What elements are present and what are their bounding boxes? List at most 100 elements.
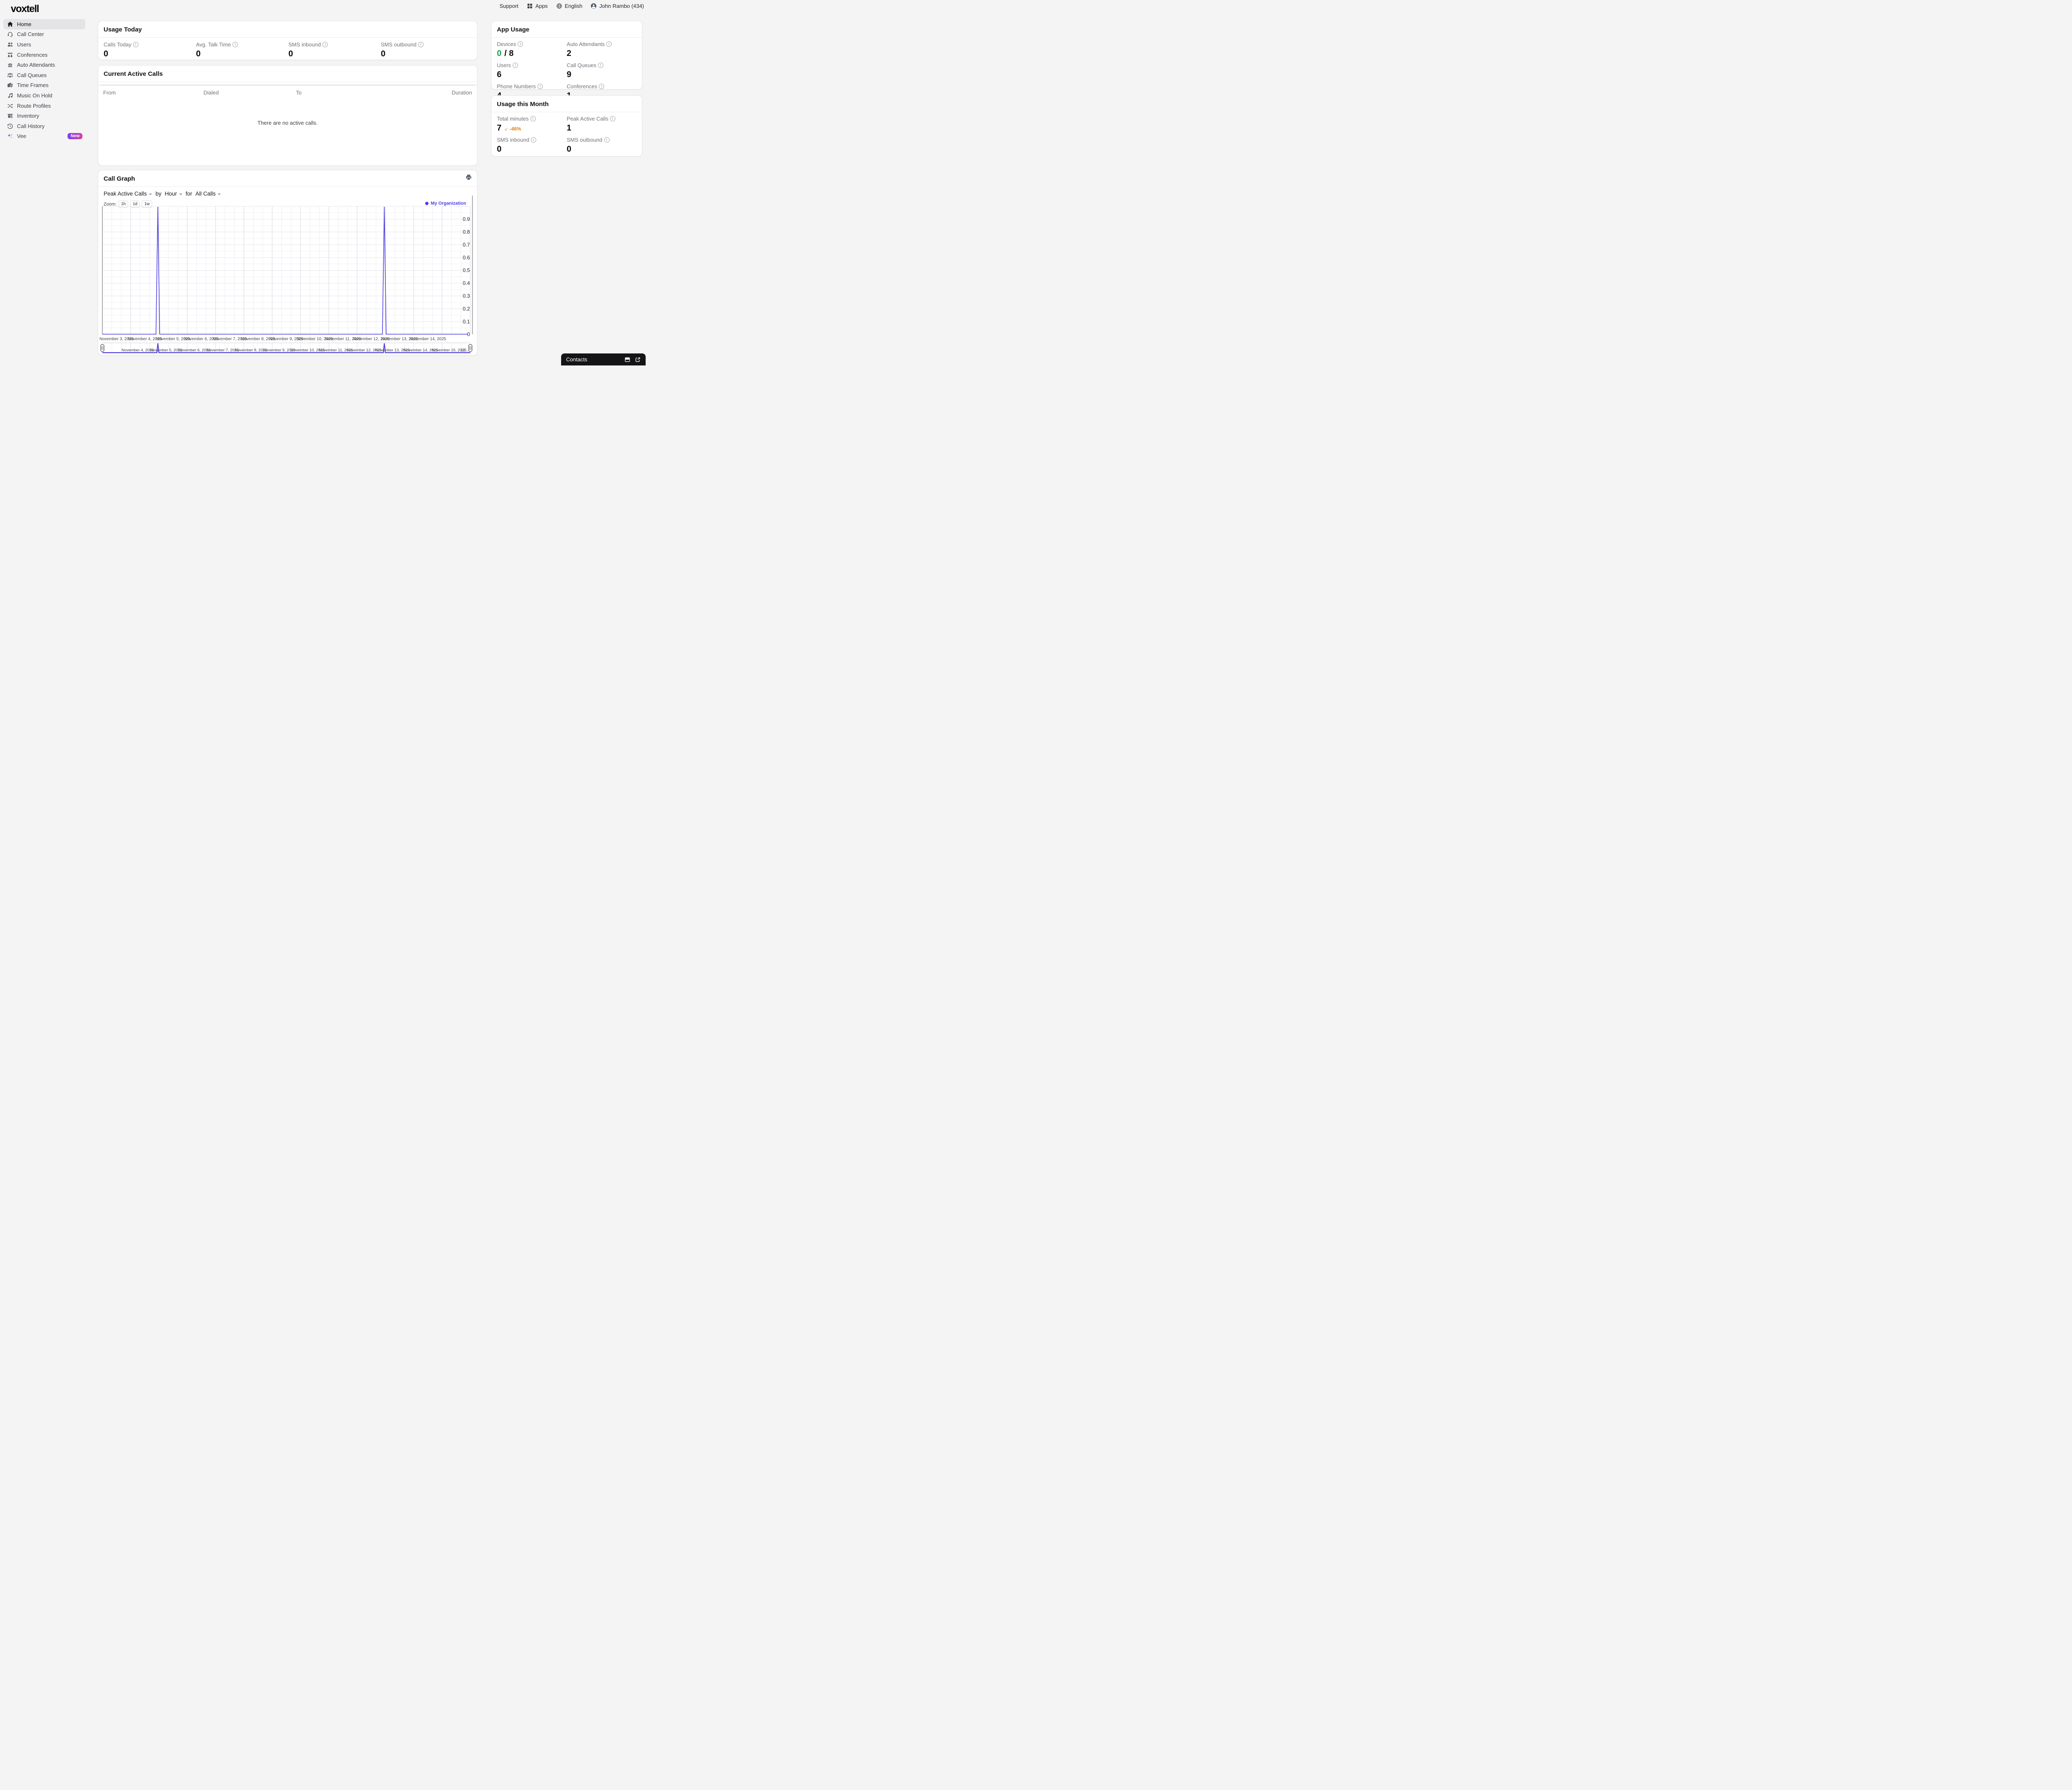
stat-sms-outbound: SMS outbound i 0 bbox=[381, 41, 473, 59]
sidebar-item-label: Call History bbox=[17, 123, 45, 129]
navigator-handle-right[interactable] bbox=[468, 344, 472, 352]
interval-select[interactable]: Hour bbox=[165, 191, 182, 197]
info-icon[interactable]: i bbox=[518, 41, 523, 47]
sidebar-item-inventory[interactable]: Inventory bbox=[3, 111, 85, 121]
svg-text:0.6: 0.6 bbox=[463, 255, 470, 261]
apps-grid-icon bbox=[527, 3, 533, 9]
sidebar-item-label: Route Profiles bbox=[17, 102, 51, 109]
stat-label: Total minutes i bbox=[497, 116, 567, 122]
info-icon[interactable]: i bbox=[232, 42, 238, 47]
stat-label: SMS outbound i bbox=[381, 41, 473, 48]
call-graph-controls: Peak Active Calls by Hour for All Calls bbox=[98, 187, 477, 197]
voxtell-logo[interactable]: voxtell bbox=[11, 3, 39, 15]
open-external-icon[interactable] bbox=[635, 357, 641, 363]
stat-label-text: Phone Numbers bbox=[497, 83, 536, 90]
music-on-hold-icon bbox=[7, 92, 13, 99]
time-frames-icon bbox=[7, 82, 13, 88]
info-icon[interactable]: i bbox=[598, 63, 604, 68]
svg-text:0.8: 0.8 bbox=[463, 229, 470, 235]
column-header-duration: Duration bbox=[451, 90, 472, 96]
sidebar-item-call-queues[interactable]: Call Queues bbox=[3, 70, 85, 80]
by-label: by bbox=[155, 191, 162, 197]
auto-attendants-icon bbox=[7, 62, 13, 68]
stat-value: 0 bbox=[196, 49, 201, 58]
stat-avg-talk-time: Avg. Talk Time i 0 bbox=[196, 41, 288, 59]
sidebar-item-conferences[interactable]: Conferences bbox=[3, 50, 85, 60]
sidebar-item-label: Call Queues bbox=[17, 72, 47, 78]
info-icon[interactable]: i bbox=[606, 41, 612, 47]
filter-select[interactable]: All Calls bbox=[196, 191, 221, 197]
stat-users: Users i 6 bbox=[497, 62, 567, 80]
column-header-from: From bbox=[103, 90, 116, 96]
stat-value: 0 bbox=[104, 49, 109, 58]
interval-value: Hour bbox=[165, 191, 177, 197]
stat-label-text: Call Queues bbox=[566, 62, 597, 68]
chart-legend[interactable]: My Organization bbox=[425, 201, 466, 206]
sidebar-item-auto-attendants[interactable]: Auto Attendants bbox=[3, 60, 85, 70]
support-link[interactable]: Support bbox=[500, 3, 519, 9]
contacts-title: Contacts bbox=[566, 356, 588, 363]
for-label: for bbox=[185, 191, 192, 197]
info-icon[interactable]: i bbox=[537, 84, 543, 89]
info-icon[interactable]: i bbox=[133, 42, 138, 47]
stat-label: Devices i bbox=[497, 41, 567, 47]
chevron-down-icon bbox=[218, 193, 221, 195]
stat-label: Calls Today i bbox=[104, 41, 196, 48]
usage-today-card: Usage Today Calls Today i 0 Avg. Talk Time i… bbox=[98, 21, 477, 60]
svg-text:November 5, 2025: November 5, 2025 bbox=[150, 348, 182, 353]
voxtell-dashboard: Support Apps English John Rambo (434) vo… bbox=[0, 0, 650, 365]
info-icon[interactable]: i bbox=[599, 84, 605, 89]
svg-text:0.3: 0.3 bbox=[463, 293, 470, 299]
info-icon[interactable]: i bbox=[512, 63, 518, 68]
legend-dot bbox=[425, 202, 429, 205]
stat-label: Phone Numbers i bbox=[497, 83, 567, 90]
info-icon[interactable]: i bbox=[530, 116, 536, 121]
user-label: John Rambo (434) bbox=[599, 3, 644, 9]
contacts-widget[interactable]: Contacts bbox=[561, 353, 646, 365]
language-menu[interactable]: English bbox=[556, 3, 582, 9]
active-calls-table-header: From Dialed To Duration bbox=[98, 90, 477, 96]
app-usage-card: App Usage Devices i 0 / 8 Auto Attendants i 2… bbox=[491, 21, 642, 100]
print-icon[interactable] bbox=[465, 174, 472, 181]
stat-label-text: SMS inbound bbox=[288, 41, 321, 48]
dock-panel-icon[interactable] bbox=[625, 357, 630, 363]
stat-value: 0 bbox=[381, 49, 386, 58]
sidebar-item-home[interactable]: Home bbox=[3, 19, 85, 29]
avatar-icon bbox=[591, 3, 597, 9]
chevron-down-icon bbox=[149, 193, 152, 195]
call-graph-chart: 0.90.80.70.60.50.40.30.20.10November 3, … bbox=[99, 196, 473, 353]
sidebar-item-time-frames[interactable]: Time Frames bbox=[3, 80, 85, 91]
usage-month-title: Usage this Month bbox=[497, 101, 549, 108]
sidebar-item-users[interactable]: Users bbox=[3, 39, 85, 50]
sidebar-item-call-history[interactable]: Call History bbox=[3, 121, 85, 131]
stat-value: 0 / 8 bbox=[497, 49, 514, 58]
stat-value: 0 bbox=[288, 49, 293, 58]
info-icon[interactable]: i bbox=[418, 42, 424, 47]
sidebar-item-vee[interactable]: Vee New bbox=[3, 131, 85, 142]
navigator-handle-left[interactable] bbox=[100, 344, 104, 352]
metric-select[interactable]: Peak Active Calls bbox=[104, 191, 152, 197]
sidebar-item-call-center[interactable]: Call Center bbox=[3, 29, 85, 40]
stat-value: 7 ↙ -46% bbox=[497, 123, 521, 133]
svg-text:0.1: 0.1 bbox=[463, 319, 470, 324]
svg-text:0.5: 0.5 bbox=[463, 268, 470, 273]
conferences-icon bbox=[7, 52, 13, 58]
apps-menu[interactable]: Apps bbox=[527, 3, 548, 9]
info-icon[interactable]: i bbox=[322, 42, 328, 47]
zoom-label: Zoom: bbox=[104, 201, 117, 207]
stat-label: Users i bbox=[497, 62, 567, 68]
horizontal-scrollbar[interactable] bbox=[99, 85, 476, 86]
svg-text:12...: 12... bbox=[461, 348, 469, 353]
user-menu[interactable]: John Rambo (434) bbox=[591, 3, 644, 9]
stat-value: 9 bbox=[566, 70, 571, 79]
info-icon[interactable]: i bbox=[610, 116, 615, 121]
sidebar-item-route-profiles[interactable]: Route Profiles bbox=[3, 101, 85, 111]
vee-icon bbox=[7, 133, 13, 139]
column-header-dialed: Dialed bbox=[203, 90, 219, 96]
stat-call-queues: Call Queues i 9 bbox=[567, 62, 637, 80]
info-icon[interactable]: i bbox=[531, 137, 537, 143]
stat-label-text: Auto Attendants bbox=[566, 41, 605, 47]
info-icon[interactable]: i bbox=[604, 137, 610, 143]
sidebar-item-music-on-hold[interactable]: Music On Hold bbox=[3, 90, 85, 101]
chart-navigator[interactable]: November 4, 2025November 5, 2025November… bbox=[100, 343, 472, 353]
